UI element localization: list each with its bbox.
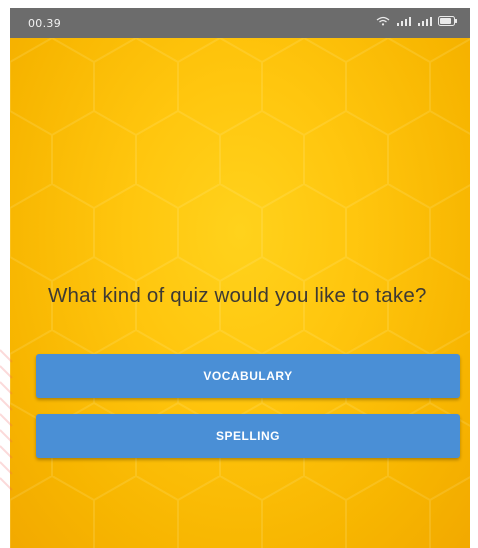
- wifi-icon: [376, 16, 390, 26]
- battery-icon: [438, 16, 457, 26]
- quiz-selection-screen: What kind of quiz would you like to take…: [10, 38, 470, 548]
- status-icons: [376, 16, 458, 26]
- status-bar: 00.39: [10, 8, 470, 38]
- vocabulary-button[interactable]: VOCABULARY: [36, 354, 460, 398]
- phone-screen: 00.39 What kind of quiz would you like t…: [0, 0, 478, 548]
- signal-icon: [418, 17, 432, 26]
- quiz-question: What kind of quiz would you like to take…: [48, 284, 427, 307]
- watermark-edge: [0, 349, 13, 491]
- status-time: 00.39: [28, 17, 61, 30]
- spelling-button[interactable]: SPELLING: [36, 414, 460, 458]
- signal-icon: [397, 17, 411, 26]
